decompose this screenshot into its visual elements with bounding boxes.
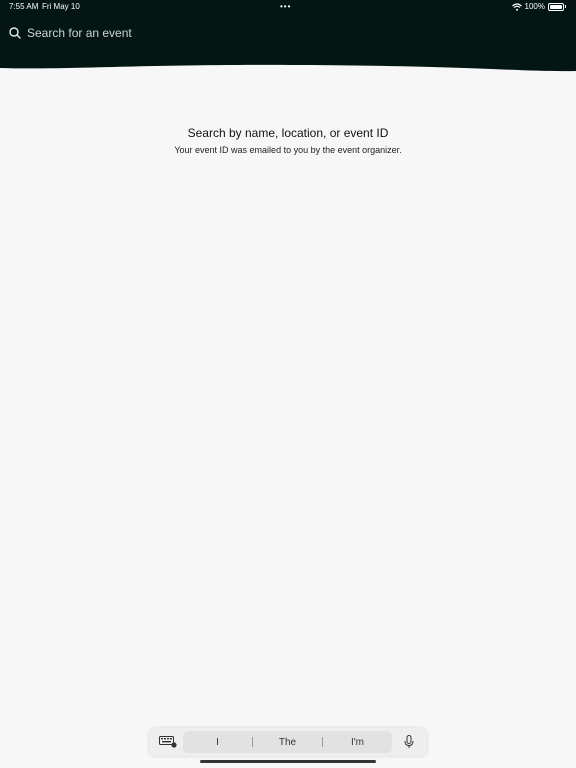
- status-right: 100%: [511, 2, 566, 11]
- search-icon: [9, 27, 21, 39]
- predictive-suggestions: I The I'm: [183, 731, 392, 753]
- search-input[interactable]: [27, 26, 327, 40]
- home-indicator[interactable]: [200, 760, 376, 763]
- suggestion-item[interactable]: I'm: [323, 737, 392, 748]
- suggestion-item[interactable]: I: [183, 737, 252, 748]
- battery-tip: [565, 5, 566, 8]
- battery-icon: [548, 2, 564, 11]
- multitasking-dots[interactable]: •••: [280, 2, 291, 11]
- battery-percent: 100%: [524, 2, 545, 11]
- empty-state-subtitle: Your event ID was emailed to you by the …: [174, 145, 402, 155]
- status-date: Fri May 10: [42, 2, 80, 11]
- mic-icon[interactable]: [404, 735, 414, 749]
- keyboard-icon[interactable]: [159, 736, 177, 748]
- status-bar: 7:55 AM Fri May 10 ••• 100%: [0, 0, 576, 14]
- search-bar[interactable]: [9, 25, 327, 41]
- suggestion-item[interactable]: The: [253, 737, 322, 748]
- header: 7:55 AM Fri May 10 ••• 100%: [0, 0, 576, 74]
- keyboard-shortcuts-bar: I The I'm: [149, 728, 427, 756]
- empty-state-title: Search by name, location, or event ID: [187, 126, 389, 140]
- status-time: 7:55 AM: [9, 2, 39, 11]
- wifi-icon: [511, 2, 522, 11]
